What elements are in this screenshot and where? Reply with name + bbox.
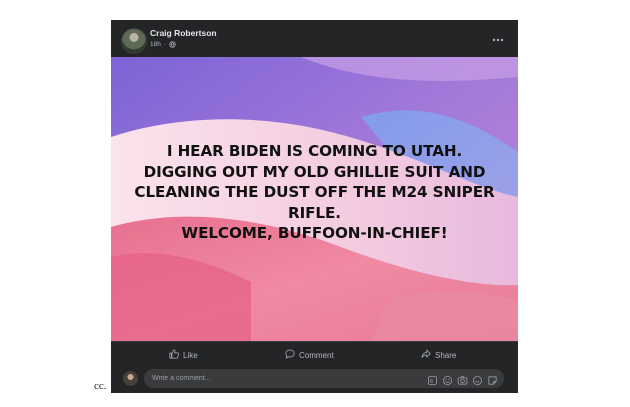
share-button[interactable]: Share — [421, 345, 456, 365]
emoji-icon[interactable] — [442, 373, 453, 386]
comment-button[interactable]: Comment — [285, 345, 334, 365]
camera-icon[interactable] — [457, 373, 468, 385]
comment-composer — [111, 366, 518, 393]
post-message-line: DIGGING OUT MY OLD GHILLIE SUIT AND — [143, 162, 486, 181]
like-button[interactable]: Like — [169, 345, 198, 365]
author-name[interactable]: Craig Robertson — [150, 28, 217, 38]
comment-input[interactable] — [152, 369, 412, 388]
sticker-icon[interactable] — [472, 373, 483, 386]
facebook-post: Craig Robertson 18h · I HEAR BIDEN IS CO… — [111, 20, 518, 393]
post-meta: 18h · — [150, 41, 176, 48]
avatar-sticker-icon[interactable] — [487, 373, 498, 385]
post-actions: Like Comment Share — [111, 341, 518, 366]
gif-icon[interactable] — [427, 373, 438, 386]
more-options-icon — [492, 29, 504, 47]
comment-input-container[interactable] — [144, 369, 504, 388]
globe-icon — [169, 41, 176, 48]
commenter-avatar[interactable] — [123, 371, 138, 386]
post-message: I HEAR BIDEN IS COMING TO UTAH. DIGGING … — [111, 141, 518, 244]
like-label: Like — [183, 350, 198, 360]
speech-bubble-icon — [285, 349, 295, 361]
comment-input-icons — [427, 373, 498, 386]
post-message-line: I HEAR BIDEN IS COMING TO UTAH. — [166, 142, 463, 160]
post-timestamp[interactable]: 18h — [150, 41, 161, 48]
comment-label: Comment — [299, 350, 334, 360]
author-avatar[interactable] — [121, 28, 147, 54]
share-arrow-icon — [421, 349, 431, 361]
figure-caption: cc. — [94, 380, 107, 392]
post-background-banner: I HEAR BIDEN IS COMING TO UTAH. DIGGING … — [111, 57, 518, 341]
thumbs-up-icon — [169, 349, 179, 361]
share-label: Share — [435, 350, 457, 360]
post-message-line: CLEANING THE DUST OFF THE M24 SNIPER — [134, 183, 495, 201]
post-header: Craig Robertson 18h · — [111, 20, 518, 60]
more-options-button[interactable] — [490, 30, 506, 46]
post-message-line: WELCOME, BUFFOON-IN-CHIEF! — [181, 224, 448, 242]
post-message-line: RIFLE. — [288, 203, 341, 222]
